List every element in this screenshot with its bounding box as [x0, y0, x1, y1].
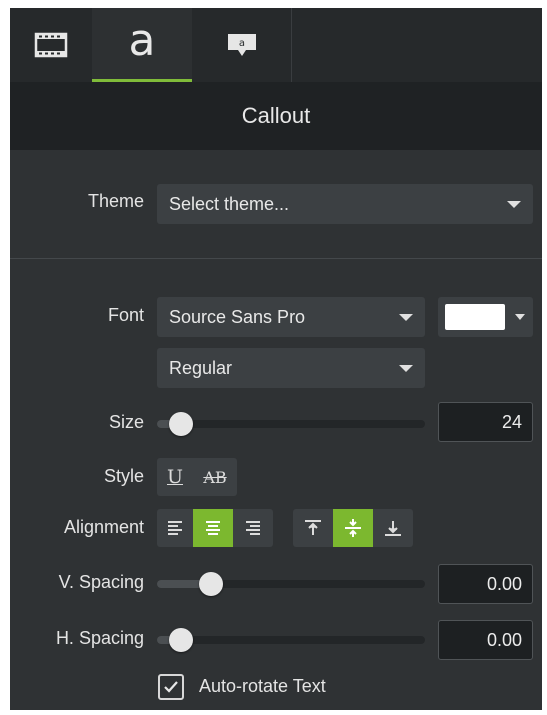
- underline-button[interactable]: U: [157, 458, 193, 496]
- font-color-picker[interactable]: [438, 297, 533, 337]
- color-swatch: [445, 304, 505, 330]
- size-input[interactable]: 24: [438, 402, 533, 442]
- properties-panel: a a Callout Theme Select theme... Font S…: [10, 8, 542, 710]
- align-middle-button[interactable]: [333, 509, 373, 547]
- align-left-icon: [168, 521, 182, 535]
- vertical-align-group: [293, 509, 413, 547]
- font-family-value: Source Sans Pro: [169, 306, 306, 327]
- page-title: Callout: [241, 103, 311, 128]
- tab-media[interactable]: [10, 8, 92, 82]
- chevron-down-icon: [507, 201, 521, 208]
- v-spacing-slider[interactable]: [157, 572, 425, 596]
- slider-thumb[interactable]: [198, 572, 223, 596]
- font-label: Font: [107, 305, 144, 325]
- slider-thumb[interactable]: [169, 412, 194, 436]
- horizontal-align-group: [157, 509, 273, 547]
- panel-header: Callout: [10, 82, 542, 150]
- tab-bar: a a: [10, 8, 542, 82]
- align-right-icon: [246, 521, 260, 535]
- alignment-label: Alignment: [63, 517, 144, 537]
- align-top-icon: [305, 520, 321, 535]
- chevron-down-icon: [399, 365, 413, 372]
- strikethrough-icon: AB: [203, 467, 227, 487]
- font-weight-value: Regular: [169, 357, 233, 378]
- underline-icon: U: [166, 466, 183, 488]
- align-left-button[interactable]: [157, 509, 193, 547]
- style-button-group: U AB: [157, 458, 237, 496]
- align-right-button[interactable]: [233, 509, 273, 547]
- tab-callout[interactable]: a: [192, 8, 292, 82]
- size-slider[interactable]: [157, 412, 425, 436]
- h-spacing-input[interactable]: 0.00: [438, 620, 533, 660]
- font-weight-dropdown[interactable]: Regular: [157, 348, 425, 388]
- font-family-dropdown[interactable]: Source Sans Pro: [157, 297, 425, 337]
- align-center-button[interactable]: [193, 509, 233, 547]
- v-spacing-input[interactable]: 0.00: [438, 564, 533, 604]
- chevron-down-icon: [515, 314, 525, 320]
- text-a-icon: a: [128, 15, 156, 66]
- strikethrough-button[interactable]: AB: [193, 458, 237, 496]
- callout-bubble-icon: a: [227, 34, 256, 56]
- slider-thumb[interactable]: [169, 628, 194, 652]
- theme-dropdown[interactable]: Select theme...: [157, 184, 533, 224]
- h-spacing-label: H. Spacing: [55, 628, 144, 648]
- svg-text:a: a: [238, 38, 244, 49]
- theme-value: Select theme...: [169, 193, 290, 214]
- film-strip-icon: [34, 32, 68, 58]
- align-top-button[interactable]: [293, 509, 333, 547]
- auto-rotate-checkbox[interactable]: [158, 674, 184, 700]
- checkmark-icon: [164, 681, 178, 693]
- align-bottom-button[interactable]: [373, 509, 413, 547]
- align-middle-icon: [345, 519, 361, 537]
- auto-rotate-label: Auto-rotate Text: [199, 676, 326, 696]
- h-spacing-slider[interactable]: [157, 628, 425, 652]
- chevron-down-icon: [399, 314, 413, 321]
- align-center-icon: [206, 521, 220, 535]
- size-label: Size: [108, 412, 144, 432]
- section-divider: [10, 258, 542, 259]
- align-bottom-icon: [385, 521, 401, 536]
- v-spacing-label: V. Spacing: [58, 572, 144, 592]
- theme-label: Theme: [87, 191, 144, 211]
- style-label: Style: [103, 466, 144, 486]
- tab-text[interactable]: a: [92, 8, 192, 82]
